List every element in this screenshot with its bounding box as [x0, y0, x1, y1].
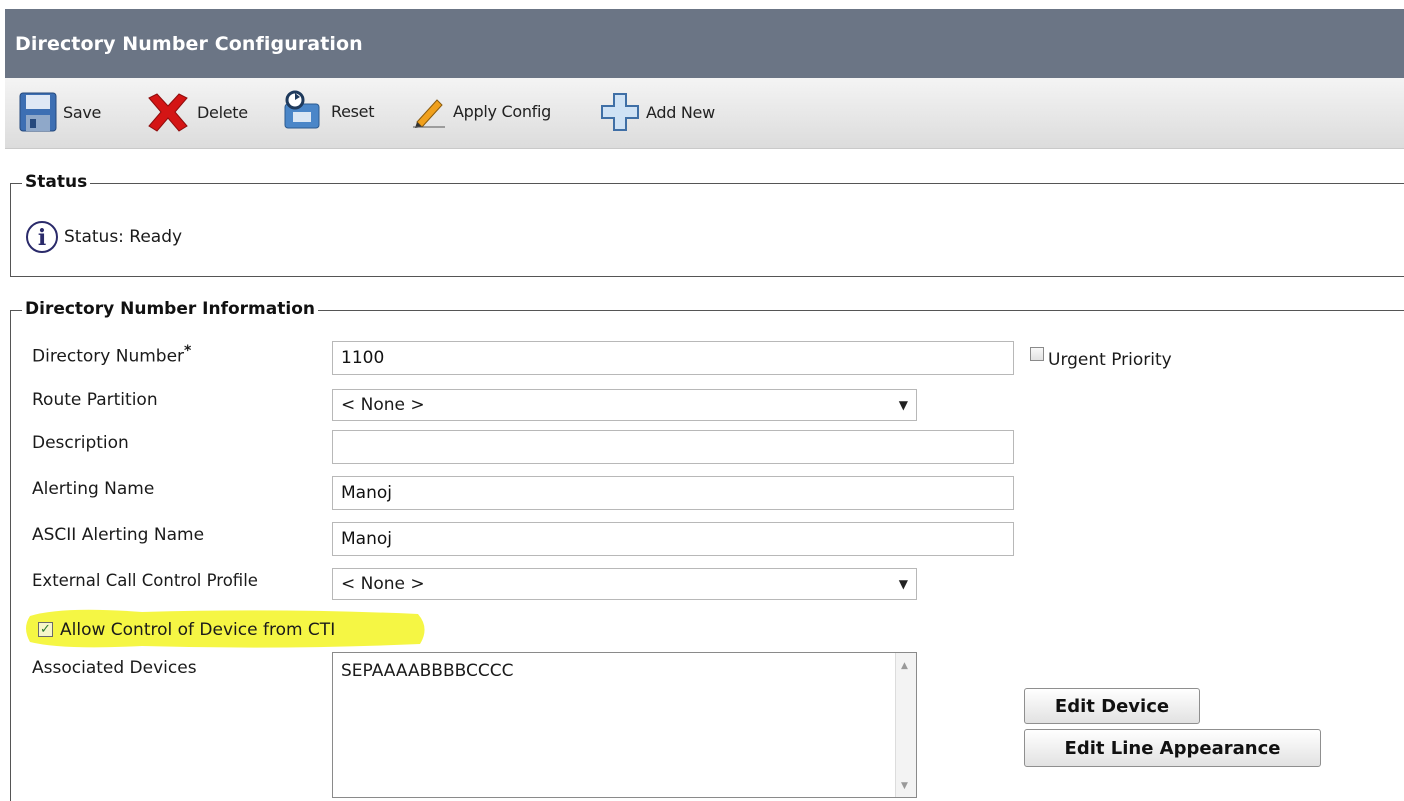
ascii-alerting-name-input[interactable] — [332, 522, 1014, 556]
alerting-name-label: Alerting Name — [32, 479, 155, 499]
external-call-control-profile-select[interactable]: < None > ▼ — [332, 568, 917, 600]
delete-button[interactable]: Delete — [145, 92, 248, 132]
edit-device-button[interactable]: Edit Device — [1024, 688, 1200, 724]
description-input[interactable] — [332, 430, 1014, 464]
dn-info-legend: Directory Number Information — [22, 299, 318, 319]
scrollbar[interactable]: ▲ ▼ — [895, 653, 916, 797]
save-icon — [19, 92, 57, 132]
page-title: Directory Number Configuration — [15, 33, 363, 55]
delete-label: Delete — [197, 102, 248, 122]
plus-icon — [601, 93, 639, 131]
required-asterisk: * — [184, 343, 192, 359]
route-partition-value: < None > — [341, 395, 425, 415]
pencil-icon — [413, 99, 445, 128]
scroll-down-icon[interactable]: ▼ — [901, 781, 908, 791]
scroll-up-icon[interactable]: ▲ — [901, 661, 908, 671]
route-partition-label: Route Partition — [32, 390, 158, 410]
status-legend: Status — [22, 172, 91, 192]
chevron-down-icon: ▼ — [898, 577, 908, 591]
description-label: Description — [32, 433, 129, 453]
external-call-control-profile-label: External Call Control Profile — [32, 571, 258, 590]
apply-config-label: Apply Config — [453, 101, 551, 121]
directory-number-input[interactable] — [332, 341, 1014, 375]
save-button[interactable]: Save — [19, 92, 101, 132]
directory-number-label: Directory Number* — [32, 343, 192, 367]
add-new-button[interactable]: Add New — [600, 92, 715, 132]
urgent-priority-checkbox[interactable] — [1030, 347, 1044, 361]
edit-line-appearance-button[interactable]: Edit Line Appearance — [1024, 729, 1321, 767]
allow-cti-checkbox[interactable]: ✓ — [38, 622, 53, 637]
status-fieldset — [10, 183, 1404, 277]
delete-icon — [148, 93, 188, 132]
list-item[interactable]: SEPAAAABBBBCCCC — [341, 661, 513, 681]
alerting-name-input[interactable] — [332, 476, 1014, 510]
checkmark-icon: ✓ — [40, 622, 51, 637]
urgent-priority-label: Urgent Priority — [1048, 350, 1172, 370]
ascii-alerting-name-label: ASCII Alerting Name — [32, 525, 205, 545]
reset-button[interactable]: Reset — [279, 90, 375, 132]
associated-devices-listbox[interactable]: SEPAAAABBBBCCCC ▲ ▼ — [332, 652, 917, 798]
svg-text:i: i — [38, 225, 46, 251]
allow-cti-label: Allow Control of Device from CTI — [60, 620, 336, 640]
save-label: Save — [63, 102, 102, 122]
add-new-label: Add New — [646, 102, 715, 122]
external-call-control-profile-value: < None > — [341, 574, 425, 594]
apply-config-button[interactable]: Apply Config — [411, 94, 551, 128]
chevron-down-icon: ▼ — [898, 398, 908, 412]
status-text: Status: Ready — [64, 227, 183, 247]
reset-icon — [284, 90, 320, 129]
route-partition-select[interactable]: < None > ▼ — [332, 389, 917, 421]
associated-devices-label: Associated Devices — [32, 658, 197, 678]
info-icon: i — [26, 221, 58, 253]
reset-label: Reset — [331, 101, 375, 121]
